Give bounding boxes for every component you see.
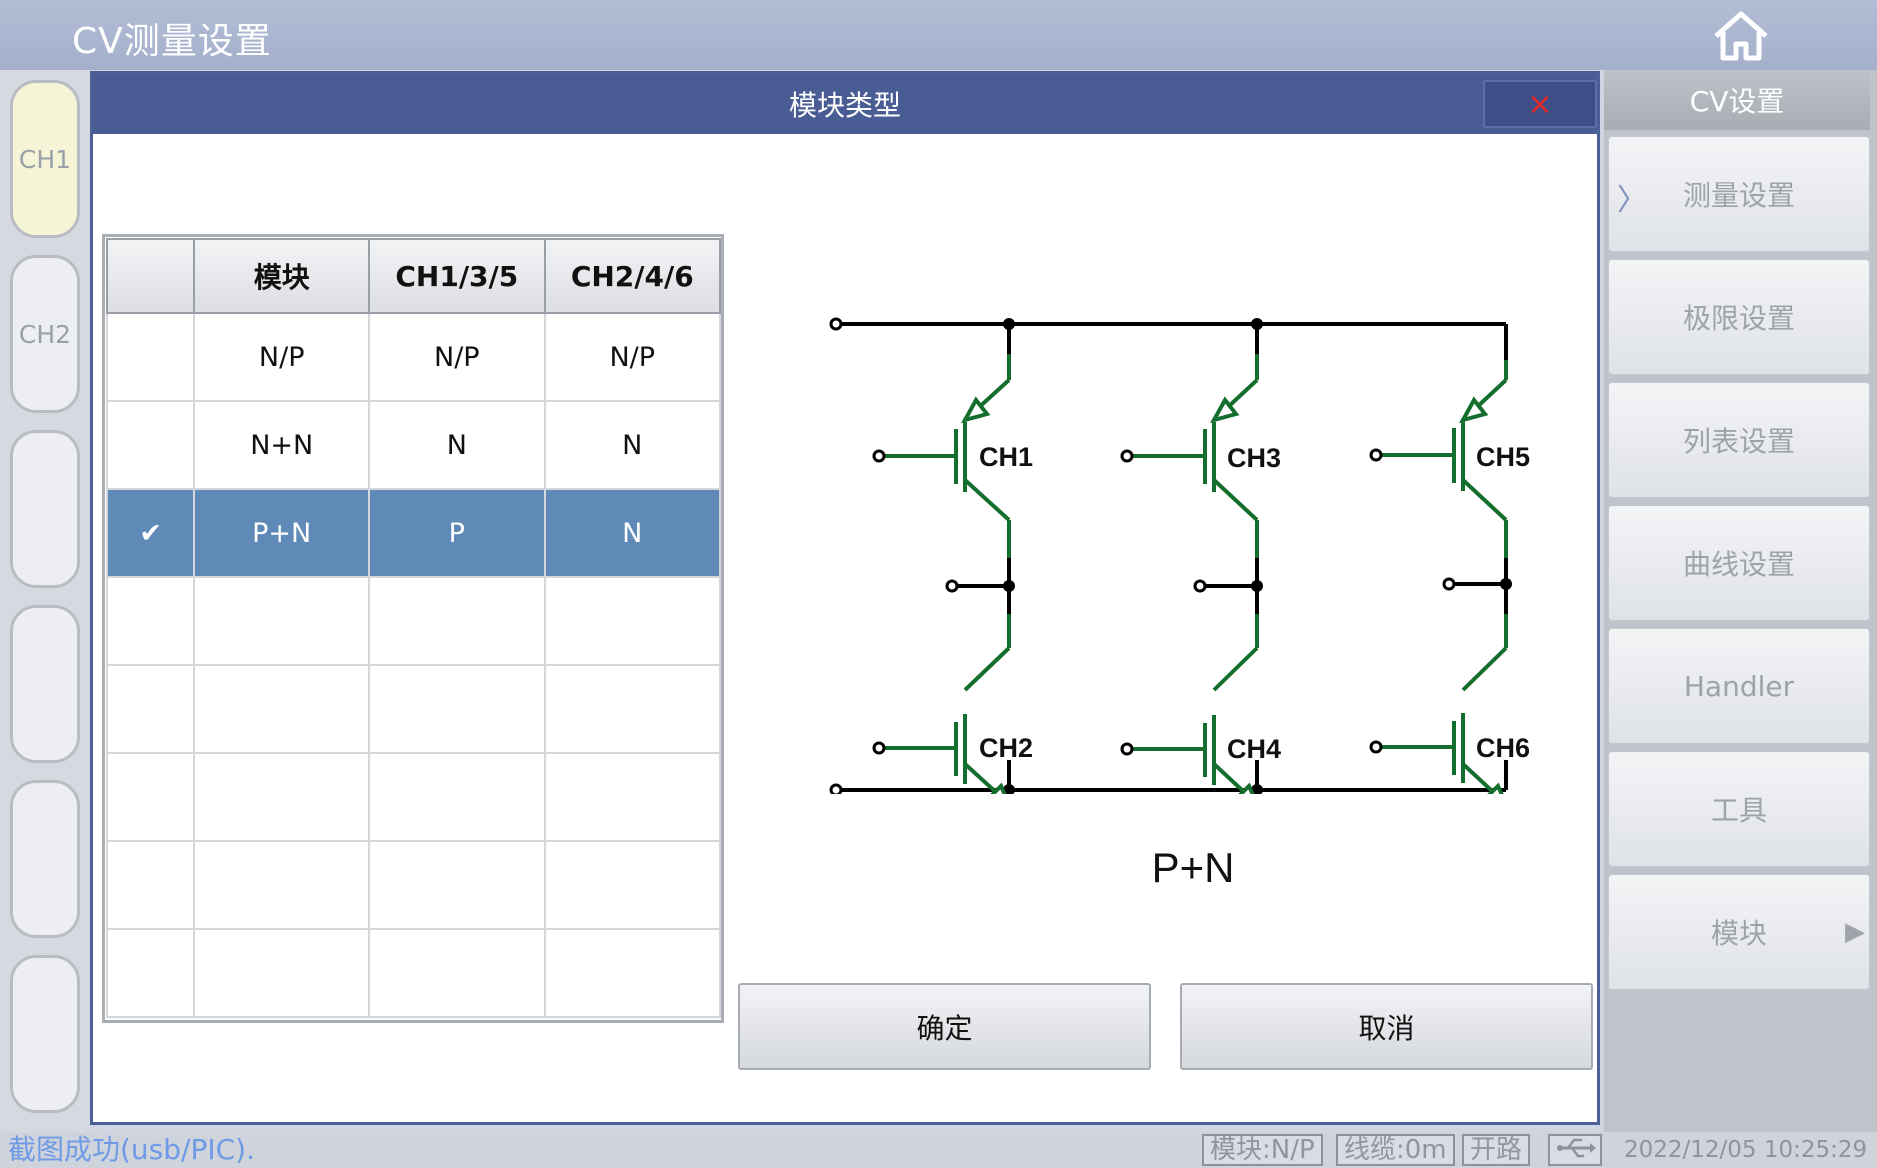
menu-item-list-settings[interactable]: 列表设置 [1608, 382, 1870, 498]
header-ch246: CH2/4/6 [543, 238, 722, 314]
row-module[interactable] [193, 664, 371, 754]
row-module[interactable]: N/P [193, 312, 371, 402]
table-row[interactable] [105, 664, 722, 754]
menu-item-limit-settings[interactable]: 极限设置 [1608, 259, 1870, 375]
row-ch246[interactable] [543, 840, 722, 930]
row-ch135[interactable] [368, 928, 546, 1018]
menu-item-tools[interactable]: 工具 [1608, 751, 1870, 867]
menu-item-label: 列表设置 [1682, 425, 1795, 458]
row-ch135[interactable] [368, 664, 546, 754]
table-row[interactable] [105, 752, 722, 842]
status-datetime: 2022/12/05 10:25:29 [1624, 1137, 1868, 1163]
arrow-right-icon: ▶ [1845, 917, 1865, 947]
row-checkmark[interactable]: ✔ [105, 488, 196, 578]
row-ch246[interactable] [543, 664, 722, 754]
diagram-label-ch4: CH4 [1227, 734, 1281, 764]
channel-tab-5[interactable] [10, 780, 80, 938]
menu-item-label: 工具 [1710, 794, 1767, 827]
dialog-title: 模块类型 [93, 74, 1597, 134]
channel-tab-4[interactable] [10, 605, 80, 763]
diagram-label-ch5: CH5 [1476, 442, 1530, 472]
row-module[interactable] [193, 928, 371, 1018]
table-row[interactable]: N/P N/P N/P [105, 312, 722, 402]
channel-tab-6[interactable] [10, 955, 80, 1113]
header-ch135: CH1/3/5 [368, 238, 546, 314]
app-title: CV测量设置 [72, 21, 272, 62]
menu-item-handler[interactable]: Handler [1608, 628, 1870, 744]
table-row[interactable]: N+N N N [105, 400, 722, 490]
row-ch246[interactable]: N/P [543, 312, 722, 402]
home-icon [1714, 11, 1768, 61]
title-bar: CV测量设置 [0, 0, 1877, 70]
menu-item-curve-settings[interactable]: 曲线设置 [1608, 505, 1870, 621]
table-header-row: 模块 CH1/3/5 CH2/4/6 [105, 238, 722, 314]
channel-tab-ch1[interactable]: CH1 [10, 80, 80, 238]
usb-status [1548, 1134, 1602, 1166]
usb-icon [1557, 1138, 1596, 1158]
menu-item-label: 极限设置 [1682, 302, 1795, 335]
row-ch246[interactable] [543, 752, 722, 842]
settings-menu: CV设置 〉 测量设置 极限设置 列表设置 曲线设置 Handler 工具 模块… [1604, 70, 1877, 1132]
table-row-selected[interactable]: ✔ P+N P N [105, 488, 722, 578]
header-module: 模块 [193, 238, 371, 314]
igbt-circuit-diagram: CH1 CH3 CH5 CH2 CH4 CH6 [829, 317, 1530, 794]
row-check[interactable] [105, 840, 196, 930]
diagram-label-ch3: CH3 [1227, 443, 1281, 473]
row-ch135[interactable]: P [368, 488, 546, 578]
row-ch135[interactable] [368, 840, 546, 930]
row-module[interactable]: P+N [193, 488, 371, 578]
chevron-right-icon: 〉 [1617, 183, 1647, 218]
row-check[interactable] [105, 312, 196, 402]
row-ch246[interactable]: N [543, 488, 722, 578]
status-bar: 截图成功(usb/PIC). 模块:N/P 线缆:0m 开路 2022/12/0… [0, 1132, 1877, 1168]
channel-sidebar: CH1 CH2 [0, 70, 90, 1132]
diagram-label-ch6: CH6 [1476, 733, 1530, 763]
module-status: 模块:N/P [1202, 1134, 1323, 1166]
table-row[interactable] [105, 840, 722, 930]
ok-button[interactable]: 确定 [738, 983, 1151, 1070]
channel-tab-3[interactable] [10, 430, 80, 588]
home-button[interactable] [1710, 10, 1772, 62]
menu-item-label: 模块 [1710, 917, 1767, 950]
row-ch135[interactable] [368, 576, 546, 666]
menu-item-label: 测量设置 [1682, 179, 1795, 212]
circuit-status: 开路 [1462, 1134, 1531, 1166]
diagram-label-ch2: CH2 [979, 733, 1033, 763]
row-ch135[interactable] [368, 752, 546, 842]
row-check[interactable] [105, 576, 196, 666]
module-table: 模块 CH1/3/5 CH2/4/6 N/P N/P N/P N+N N N ✔… [102, 234, 724, 1023]
close-icon: × [1527, 86, 1553, 122]
channel-tab-ch2[interactable]: CH2 [10, 255, 80, 413]
module-type-dialog: 模块类型 × 模块 CH1/3/5 CH2/4/6 N/P N/P N/P N+… [90, 71, 1600, 1125]
row-check[interactable] [105, 928, 196, 1018]
row-check[interactable] [105, 752, 196, 842]
menu-item-measurement-settings[interactable]: 〉 测量设置 [1608, 136, 1870, 252]
row-check[interactable] [105, 400, 196, 490]
menu-item-label: 曲线设置 [1682, 548, 1795, 581]
row-ch246[interactable]: N [543, 400, 722, 490]
status-message: 截图成功(usb/PIC). [8, 1133, 255, 1166]
menu-header: CV设置 [1604, 70, 1870, 130]
row-ch135[interactable]: N [368, 400, 546, 490]
diagram-label-ch1: CH1 [979, 442, 1033, 472]
row-module[interactable] [193, 840, 371, 930]
menu-item-label: Handler [1683, 669, 1795, 703]
header-check [105, 238, 196, 314]
diagram-caption: P+N [1151, 844, 1235, 891]
row-ch246[interactable] [543, 576, 722, 666]
row-module[interactable] [193, 576, 371, 666]
cancel-button[interactable]: 取消 [1180, 983, 1593, 1070]
table-row[interactable] [105, 576, 722, 666]
row-module[interactable]: N+N [193, 400, 371, 490]
table-row[interactable] [105, 928, 722, 1018]
row-module[interactable] [193, 752, 371, 842]
row-ch246[interactable] [543, 928, 722, 1018]
row-check[interactable] [105, 664, 196, 754]
cable-status: 线缆:0m [1336, 1134, 1455, 1166]
row-ch135[interactable]: N/P [368, 312, 546, 402]
menu-item-module[interactable]: 模块 ▶ [1608, 874, 1870, 990]
close-button[interactable]: × [1483, 80, 1597, 128]
